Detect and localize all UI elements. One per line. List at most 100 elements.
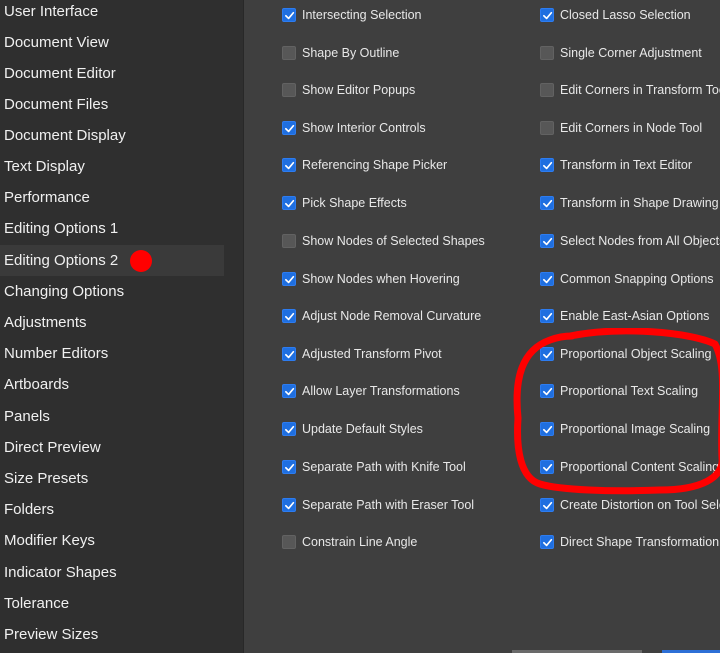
checkmark-icon xyxy=(284,425,294,433)
option-proportional-object-scaling[interactable]: Proportional Object Scaling xyxy=(540,343,711,365)
option-transform-in-shape-drawing[interactable]: Transform in Shape Drawing xyxy=(540,192,719,214)
option-direct-shape-transformation[interactable]: Direct Shape Transformation xyxy=(540,531,719,553)
sidebar-item-artboards[interactable]: Artboards xyxy=(0,369,224,400)
sidebar-item-tolerance[interactable]: Tolerance xyxy=(0,588,224,619)
checkbox[interactable] xyxy=(282,83,296,97)
checkbox[interactable] xyxy=(540,422,554,436)
option-label: Shape By Outline xyxy=(302,46,400,60)
checkbox[interactable] xyxy=(282,272,296,286)
checkbox[interactable] xyxy=(540,158,554,172)
sidebar-item-indicator-shapes[interactable]: Indicator Shapes xyxy=(0,557,224,588)
checkbox[interactable] xyxy=(540,460,554,474)
sidebar-item-performance[interactable]: Performance xyxy=(0,182,224,213)
option-closed-lasso-selection[interactable]: Closed Lasso Selection xyxy=(540,4,691,26)
sidebar-item-editing-options-1[interactable]: Editing Options 1 xyxy=(0,213,224,244)
option-separate-path-eraser-tool[interactable]: Separate Path with Eraser Tool xyxy=(282,494,474,516)
checkbox[interactable] xyxy=(282,234,296,248)
option-label: Edit Corners in Transform Tool xyxy=(560,83,720,97)
checkmark-icon xyxy=(284,161,294,169)
option-label: Proportional Text Scaling xyxy=(560,384,699,398)
option-proportional-text-scaling[interactable]: Proportional Text Scaling xyxy=(540,380,698,402)
option-label: Separate Path with Knife Tool xyxy=(302,460,466,474)
sidebar-item-number-editors[interactable]: Number Editors xyxy=(0,338,224,369)
checkbox[interactable] xyxy=(282,498,296,512)
checkbox[interactable] xyxy=(540,309,554,323)
option-show-editor-popups[interactable]: Show Editor Popups xyxy=(282,79,415,101)
option-edit-corners-transform-tool[interactable]: Edit Corners in Transform Tool xyxy=(540,79,720,101)
option-edit-corners-node-tool[interactable]: Edit Corners in Node Tool xyxy=(540,117,702,139)
sidebar-item-user-interface[interactable]: User Interface xyxy=(0,0,224,27)
option-label: Direct Shape Transformation xyxy=(560,535,720,549)
sidebar-item-panels[interactable]: Panels xyxy=(0,401,224,432)
option-separate-path-knife-tool[interactable]: Separate Path with Knife Tool xyxy=(282,456,466,478)
option-show-nodes-when-hovering[interactable]: Show Nodes when Hovering xyxy=(282,268,460,290)
sidebar-item-document-editor[interactable]: Document Editor xyxy=(0,58,224,89)
option-proportional-image-scaling[interactable]: Proportional Image Scaling xyxy=(540,418,710,440)
checkbox[interactable] xyxy=(540,384,554,398)
option-label: Proportional Image Scaling xyxy=(560,422,711,436)
option-intersecting-selection[interactable]: Intersecting Selection xyxy=(282,4,422,26)
option-adjust-node-removal-curvature[interactable]: Adjust Node Removal Curvature xyxy=(282,305,481,327)
option-referencing-shape-picker[interactable]: Referencing Shape Picker xyxy=(282,154,447,176)
sidebar-item-document-view[interactable]: Document View xyxy=(0,27,224,58)
sidebar-item-adjustments[interactable]: Adjustments xyxy=(0,307,224,338)
option-common-snapping-options[interactable]: Common Snapping Options xyxy=(540,268,714,290)
option-label: Show Interior Controls xyxy=(302,121,426,135)
option-allow-layer-transformations[interactable]: Allow Layer Transformations xyxy=(282,380,460,402)
sidebar-item-changing-options[interactable]: Changing Options xyxy=(0,276,224,307)
checkbox[interactable] xyxy=(540,498,554,512)
option-update-default-styles[interactable]: Update Default Styles xyxy=(282,418,423,440)
checkbox[interactable] xyxy=(540,347,554,361)
option-pick-shape-effects[interactable]: Pick Shape Effects xyxy=(282,192,407,214)
sidebar-item-text-display[interactable]: Text Display xyxy=(0,151,224,182)
sidebar-item-document-files[interactable]: Document Files xyxy=(0,89,224,120)
checkbox[interactable] xyxy=(282,46,296,60)
checkbox[interactable] xyxy=(540,535,554,549)
sidebar-item-document-display[interactable]: Document Display xyxy=(0,120,224,151)
checkbox[interactable] xyxy=(282,121,296,135)
checkmark-icon xyxy=(284,350,294,358)
option-show-interior-controls[interactable]: Show Interior Controls xyxy=(282,117,426,139)
checkbox[interactable] xyxy=(540,272,554,286)
checkbox[interactable] xyxy=(540,83,554,97)
checkbox[interactable] xyxy=(282,422,296,436)
option-constrain-line-angle[interactable]: Constrain Line Angle xyxy=(282,531,417,553)
checkbox[interactable] xyxy=(540,46,554,60)
sidebar-item-direct-preview[interactable]: Direct Preview xyxy=(0,432,224,463)
checkbox[interactable] xyxy=(540,234,554,248)
option-shape-by-outline[interactable]: Shape By Outline xyxy=(282,42,399,64)
checkbox[interactable] xyxy=(282,8,296,22)
checkbox[interactable] xyxy=(282,535,296,549)
sidebar-item-editing-options-2[interactable]: Editing Options 2 xyxy=(0,245,224,276)
option-create-distortion-on-tool-select[interactable]: Create Distortion on Tool Select xyxy=(540,494,720,516)
option-label: Transform in Text Editor xyxy=(560,158,692,172)
sidebar-item-folders[interactable]: Folders xyxy=(0,494,224,525)
sidebar-item-size-presets[interactable]: Size Presets xyxy=(0,463,224,494)
option-label: Update Default Styles xyxy=(302,422,423,436)
checkbox[interactable] xyxy=(282,309,296,323)
option-show-nodes-of-selected-shapes[interactable]: Show Nodes of Selected Shapes xyxy=(282,230,485,252)
checkbox[interactable] xyxy=(540,121,554,135)
option-label: Create Distortion on Tool Select xyxy=(560,498,720,512)
checkmark-icon xyxy=(284,199,294,207)
option-enable-east-asian-options[interactable]: Enable East-Asian Options xyxy=(540,305,709,327)
checkmark-icon xyxy=(542,538,552,546)
option-single-corner-adjustment[interactable]: Single Corner Adjustment xyxy=(540,42,702,64)
annotation-dot xyxy=(130,250,152,272)
checkbox[interactable] xyxy=(282,347,296,361)
checkbox[interactable] xyxy=(282,196,296,210)
option-proportional-content-scaling[interactable]: Proportional Content Scaling xyxy=(540,456,719,478)
sidebar-item-preview-sizes[interactable]: Preview Sizes xyxy=(0,619,224,650)
checkbox[interactable] xyxy=(282,384,296,398)
option-label: Constrain Line Angle xyxy=(302,535,418,549)
checkbox[interactable] xyxy=(282,158,296,172)
checkbox[interactable] xyxy=(282,460,296,474)
sidebar-item-modifier-keys[interactable]: Modifier Keys xyxy=(0,525,224,556)
checkmark-icon xyxy=(284,501,294,509)
checkbox[interactable] xyxy=(540,196,554,210)
option-adjusted-transform-pivot[interactable]: Adjusted Transform Pivot xyxy=(282,343,442,365)
option-label: Adjust Node Removal Curvature xyxy=(302,309,482,323)
option-select-nodes-all-objects[interactable]: Select Nodes from All Objects xyxy=(540,230,720,252)
checkbox[interactable] xyxy=(540,8,554,22)
option-transform-in-text-editor[interactable]: Transform in Text Editor xyxy=(540,154,692,176)
